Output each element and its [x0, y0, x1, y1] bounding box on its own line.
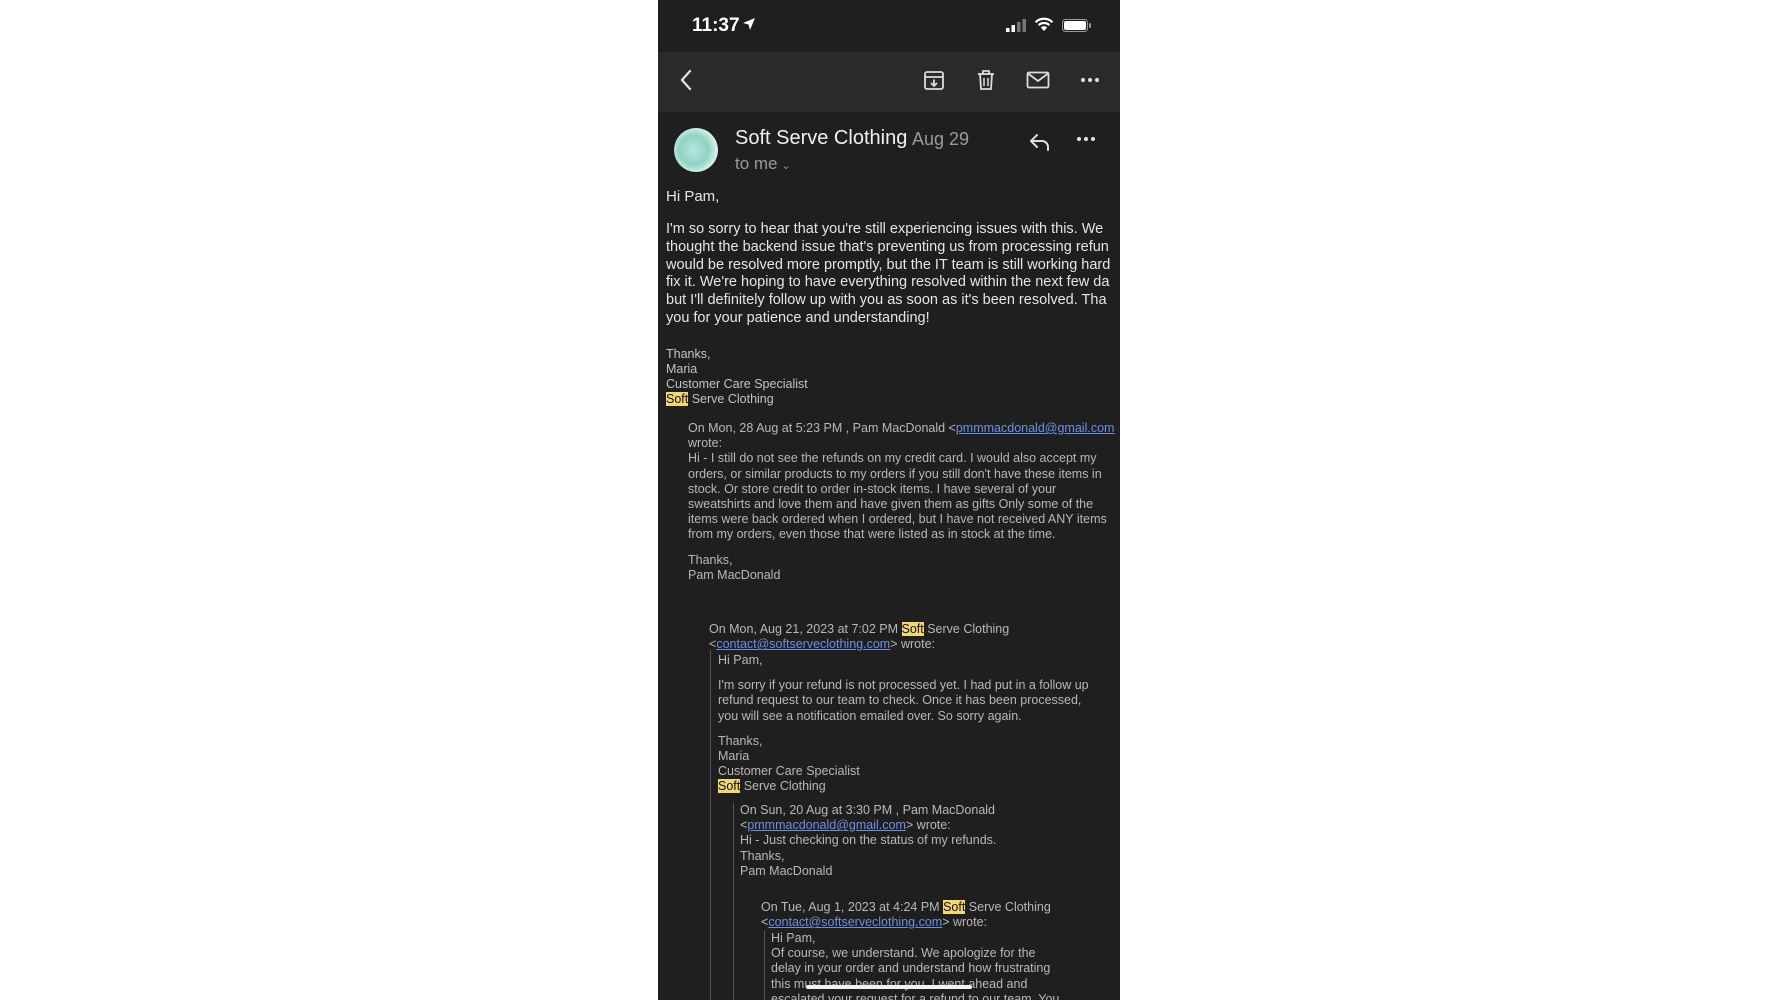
signature-company: Soft Serve Clothing — [666, 392, 774, 407]
trash-icon[interactable] — [972, 66, 1000, 94]
quoted-reply-1: On Mon, 28 Aug at 5:23 PM , Pam MacDonal… — [688, 421, 1128, 583]
quote-line: sweatshirts and love them and have given… — [688, 497, 1094, 512]
quote-company: Soft Serve Clothing — [718, 779, 826, 794]
quote-header: On Mon, 28 Aug at 5:23 PM , Pam MacDonal… — [688, 421, 1115, 435]
home-indicator[interactable] — [806, 985, 972, 989]
quote-email-line: <contact@softserveclothing.com> wrote: — [761, 915, 988, 930]
signature: Thanks, Maria Customer Care Specialist S… — [666, 347, 1120, 408]
quote-name: Pam MacDonald — [740, 863, 833, 878]
body-line: I'm so sorry to hear that you're still e… — [666, 221, 1104, 237]
email-link[interactable]: contact@softserveclothing.com — [716, 637, 890, 651]
back-chevron-icon[interactable] — [672, 66, 700, 94]
status-bar: 11:37 — [658, 0, 1120, 52]
greeting: Hi Pam, — [666, 188, 720, 205]
search-highlight: Soft — [718, 779, 741, 794]
quote-line: from my orders, even those that were lis… — [688, 527, 1056, 542]
quoted-reply-2: On Mon, Aug 21, 2023 at 7:02 PM Soft Ser… — [709, 622, 1129, 652]
quote-thanks: Thanks, — [688, 552, 733, 567]
more-icon[interactable] — [1076, 66, 1104, 94]
body-line: but I'll definitely follow up with you a… — [666, 292, 1107, 309]
chevron-down-icon: ⌄ — [781, 160, 791, 172]
email-toolbar — [658, 52, 1120, 112]
quote-header: On Mon, Aug 21, 2023 at 7:02 PM Soft Ser… — [709, 622, 1010, 636]
quote-border — [764, 930, 765, 1000]
quote-line: Hi - I still do not see the refunds on m… — [688, 451, 1097, 466]
main-paragraph: I'm so sorry to hear that you're still e… — [666, 221, 1120, 328]
quote-line: stock. Or store credit to order in-stock… — [688, 481, 1057, 496]
email-header: Soft Serve Clothing Aug 29 to me ⌄ — [658, 112, 1120, 192]
quote-name: Maria — [718, 749, 750, 764]
quote-line: refund request to our team to check. Onc… — [718, 693, 1082, 708]
quote-line: you will see a notification emailed over… — [718, 708, 1022, 723]
quote-border — [733, 803, 734, 1000]
archive-icon[interactable] — [920, 66, 948, 94]
body-line: thought the backend issue that's prevent… — [666, 238, 1109, 255]
email-link[interactable]: pmmmacdonald@gmail.com — [956, 421, 1115, 435]
sender-avatar[interactable] — [674, 128, 718, 172]
quote-greeting: Hi Pam, — [718, 653, 763, 667]
search-highlight: Soft — [943, 900, 966, 914]
quote-email-line: <contact@softserveclothing.com> wrote: — [709, 637, 936, 652]
mail-icon[interactable] — [1024, 66, 1052, 94]
status-time: 11:37 — [692, 15, 740, 36]
recipient-label: to me — [735, 154, 778, 173]
sender-name[interactable]: Soft Serve Clothing — [735, 127, 907, 150]
quote-line: Of course, we understand. We apologize f… — [771, 946, 1036, 961]
quoted-reply-4-body: Hi Pam, Of course, we understand. We apo… — [771, 931, 1131, 1000]
quote-name: Pam MacDonald — [688, 567, 781, 582]
quote-email-line: <pmmmacdonald@gmail.com> wrote: — [740, 818, 951, 833]
signature-name: Maria — [666, 361, 698, 376]
signature-thanks: Thanks, — [666, 346, 711, 361]
email-date: Aug 29 — [912, 129, 970, 149]
quote-thanks: Thanks, — [718, 733, 763, 748]
quote-line: items were back ordered when I ordered, … — [688, 512, 1107, 527]
quote-line: Hi - Just checking on the status of my r… — [740, 833, 997, 848]
quote-line: orders, or similar products to my orders… — [688, 466, 1102, 481]
quoted-reply-2-body: Hi Pam, I'm sorry if your refund is not … — [718, 653, 1118, 795]
battery-icon — [1062, 19, 1091, 32]
reply-icon[interactable] — [1028, 132, 1052, 152]
quoted-reply-3: On Sun, 20 Aug at 3:30 PM , Pam MacDonal… — [740, 803, 1120, 879]
cellular-signal-icon — [1006, 19, 1026, 32]
quote-wrote: wrote: — [688, 436, 723, 451]
recipient-dropdown[interactable]: to me ⌄ — [735, 154, 791, 174]
search-highlight: Soft — [666, 392, 689, 407]
email-link[interactable]: pmmmacdonald@gmail.com — [747, 818, 906, 832]
quote-line: I'm sorry if your refund is not processe… — [718, 678, 1089, 693]
email-link[interactable]: contact@softserveclothing.com — [768, 915, 942, 929]
quoted-reply-4: On Tue, Aug 1, 2023 at 4:24 PM Soft Serv… — [761, 900, 1121, 930]
quote-line: escalated your request for a refund to o… — [771, 991, 1060, 1000]
body-line: you for your patience and understanding! — [666, 309, 930, 326]
quote-greeting: Hi Pam, — [771, 931, 816, 945]
quote-header: On Tue, Aug 1, 2023 at 4:24 PM Soft Serv… — [761, 900, 1051, 914]
quote-thanks: Thanks, — [740, 848, 785, 863]
quote-border — [710, 650, 711, 1000]
wifi-icon — [1034, 17, 1054, 31]
quote-line: delay in your order and understand how f… — [771, 961, 1051, 976]
location-arrow-icon — [743, 18, 755, 30]
body-line: fix it. We're hoping to have everything … — [666, 274, 1110, 291]
body-line: would be resolved more promptly, but the… — [666, 256, 1111, 273]
message-more-icon[interactable] — [1076, 136, 1096, 142]
search-highlight: Soft — [901, 622, 924, 636]
quote-title: Customer Care Specialist — [718, 764, 860, 779]
signature-title: Customer Care Specialist — [666, 377, 808, 392]
quote-header: On Sun, 20 Aug at 3:30 PM , Pam MacDonal… — [740, 803, 996, 817]
email-body: Hi Pam, I'm so sorry to hear that you're… — [666, 188, 1120, 408]
